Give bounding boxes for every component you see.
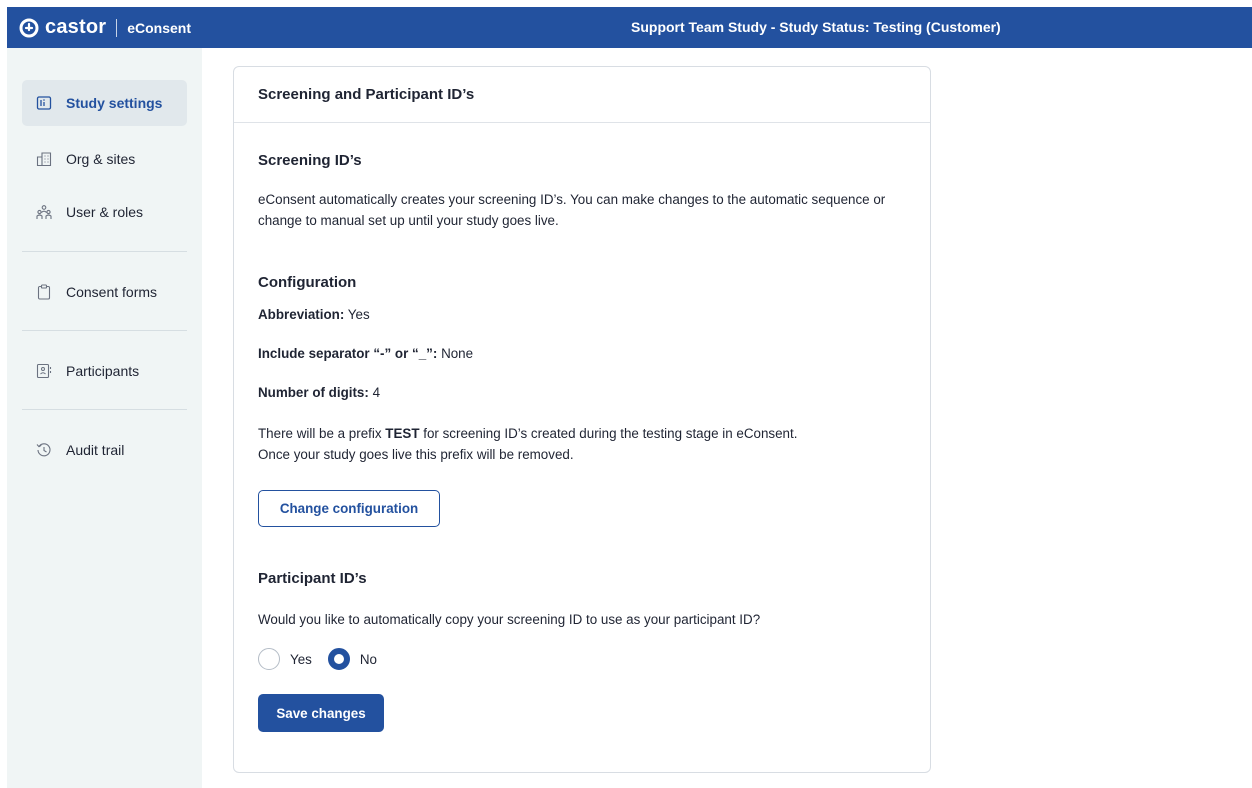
brand[interactable]: castor eConsent bbox=[19, 7, 191, 48]
top-bar: castor eConsent Support Team Study - Stu… bbox=[7, 7, 1252, 48]
participant-ids-question: Would you like to automatically copy you… bbox=[258, 612, 761, 627]
brand-divider bbox=[116, 18, 118, 37]
separator-value: None bbox=[441, 346, 474, 361]
save-changes-button[interactable]: Save changes bbox=[258, 694, 384, 732]
history-icon bbox=[36, 442, 52, 458]
sidebar-item-label: Audit trail bbox=[66, 442, 125, 458]
sidebar: Study settings Org & sites User & roles … bbox=[7, 48, 202, 788]
radio-no-label[interactable]: No bbox=[360, 652, 377, 667]
card-title: Screening and Participant ID’s bbox=[234, 67, 930, 123]
abbreviation-row: Abbreviation: Yes bbox=[258, 304, 370, 325]
prefix-info: There will be a prefix TEST for screenin… bbox=[258, 423, 908, 465]
radio-yes-label[interactable]: Yes bbox=[290, 652, 312, 667]
prefix-text-before: There will be a prefix bbox=[258, 426, 382, 441]
users-icon bbox=[36, 204, 52, 220]
sidebar-item-participants[interactable]: Participants bbox=[22, 348, 187, 394]
screening-settings-card: Screening and Participant ID’s Screening… bbox=[233, 66, 931, 773]
prefix-note: Once your study goes live this prefix wi… bbox=[258, 447, 574, 462]
sidebar-item-study-settings[interactable]: Study settings bbox=[22, 80, 187, 126]
study-status-title: Support Team Study - Study Status: Testi… bbox=[631, 19, 1001, 35]
change-configuration-button[interactable]: Change configuration bbox=[258, 490, 440, 527]
abbreviation-value: Yes bbox=[347, 307, 370, 322]
sidebar-item-audit-trail[interactable]: Audit trail bbox=[22, 427, 187, 473]
screening-ids-description: eConsent automatically creates your scre… bbox=[258, 192, 886, 228]
digits-label: Number of digits: bbox=[258, 385, 369, 400]
brand-name: castor bbox=[45, 16, 107, 38]
digits-value: 4 bbox=[372, 385, 381, 400]
sidebar-item-label: Consent forms bbox=[66, 284, 158, 300]
clipboard-icon bbox=[36, 284, 52, 300]
sidebar-item-consent-forms[interactable]: Consent forms bbox=[22, 269, 187, 315]
radio-no[interactable] bbox=[327, 648, 350, 670]
copy-id-radio-group: Yes No bbox=[258, 648, 393, 670]
separator-label: Include separator “-” or “_”: bbox=[258, 346, 438, 361]
participant-ids-heading: Participant ID’s bbox=[258, 570, 367, 587]
sidebar-divider bbox=[22, 330, 187, 331]
abbreviation-label: Abbreviation: bbox=[258, 307, 345, 322]
sidebar-divider bbox=[22, 409, 187, 410]
screening-ids-heading: Screening ID’s bbox=[258, 152, 362, 169]
sidebar-item-label: Org & sites bbox=[66, 151, 136, 167]
digits-row: Number of digits: 4 bbox=[258, 382, 380, 403]
id-card-icon bbox=[36, 363, 52, 379]
castor-logo-icon bbox=[19, 18, 39, 38]
sidebar-item-user-roles[interactable]: User & roles bbox=[22, 189, 187, 235]
prefix-value: TEST bbox=[385, 426, 420, 441]
sidebar-item-org-sites[interactable]: Org & sites bbox=[22, 136, 187, 182]
info-square-icon bbox=[36, 95, 52, 111]
radio-yes[interactable] bbox=[258, 648, 280, 670]
configuration-heading: Configuration bbox=[258, 274, 357, 291]
sidebar-item-label: Study settings bbox=[66, 95, 163, 111]
separator-row: Include separator “-” or “_”: None bbox=[258, 343, 473, 364]
product-name: eConsent bbox=[127, 19, 192, 36]
sidebar-divider bbox=[22, 251, 187, 252]
prefix-text-after: for screening ID’s created during the te… bbox=[423, 426, 798, 441]
sidebar-item-label: Participants bbox=[66, 363, 140, 379]
building-icon bbox=[36, 151, 52, 167]
sidebar-item-label: User & roles bbox=[66, 204, 144, 220]
